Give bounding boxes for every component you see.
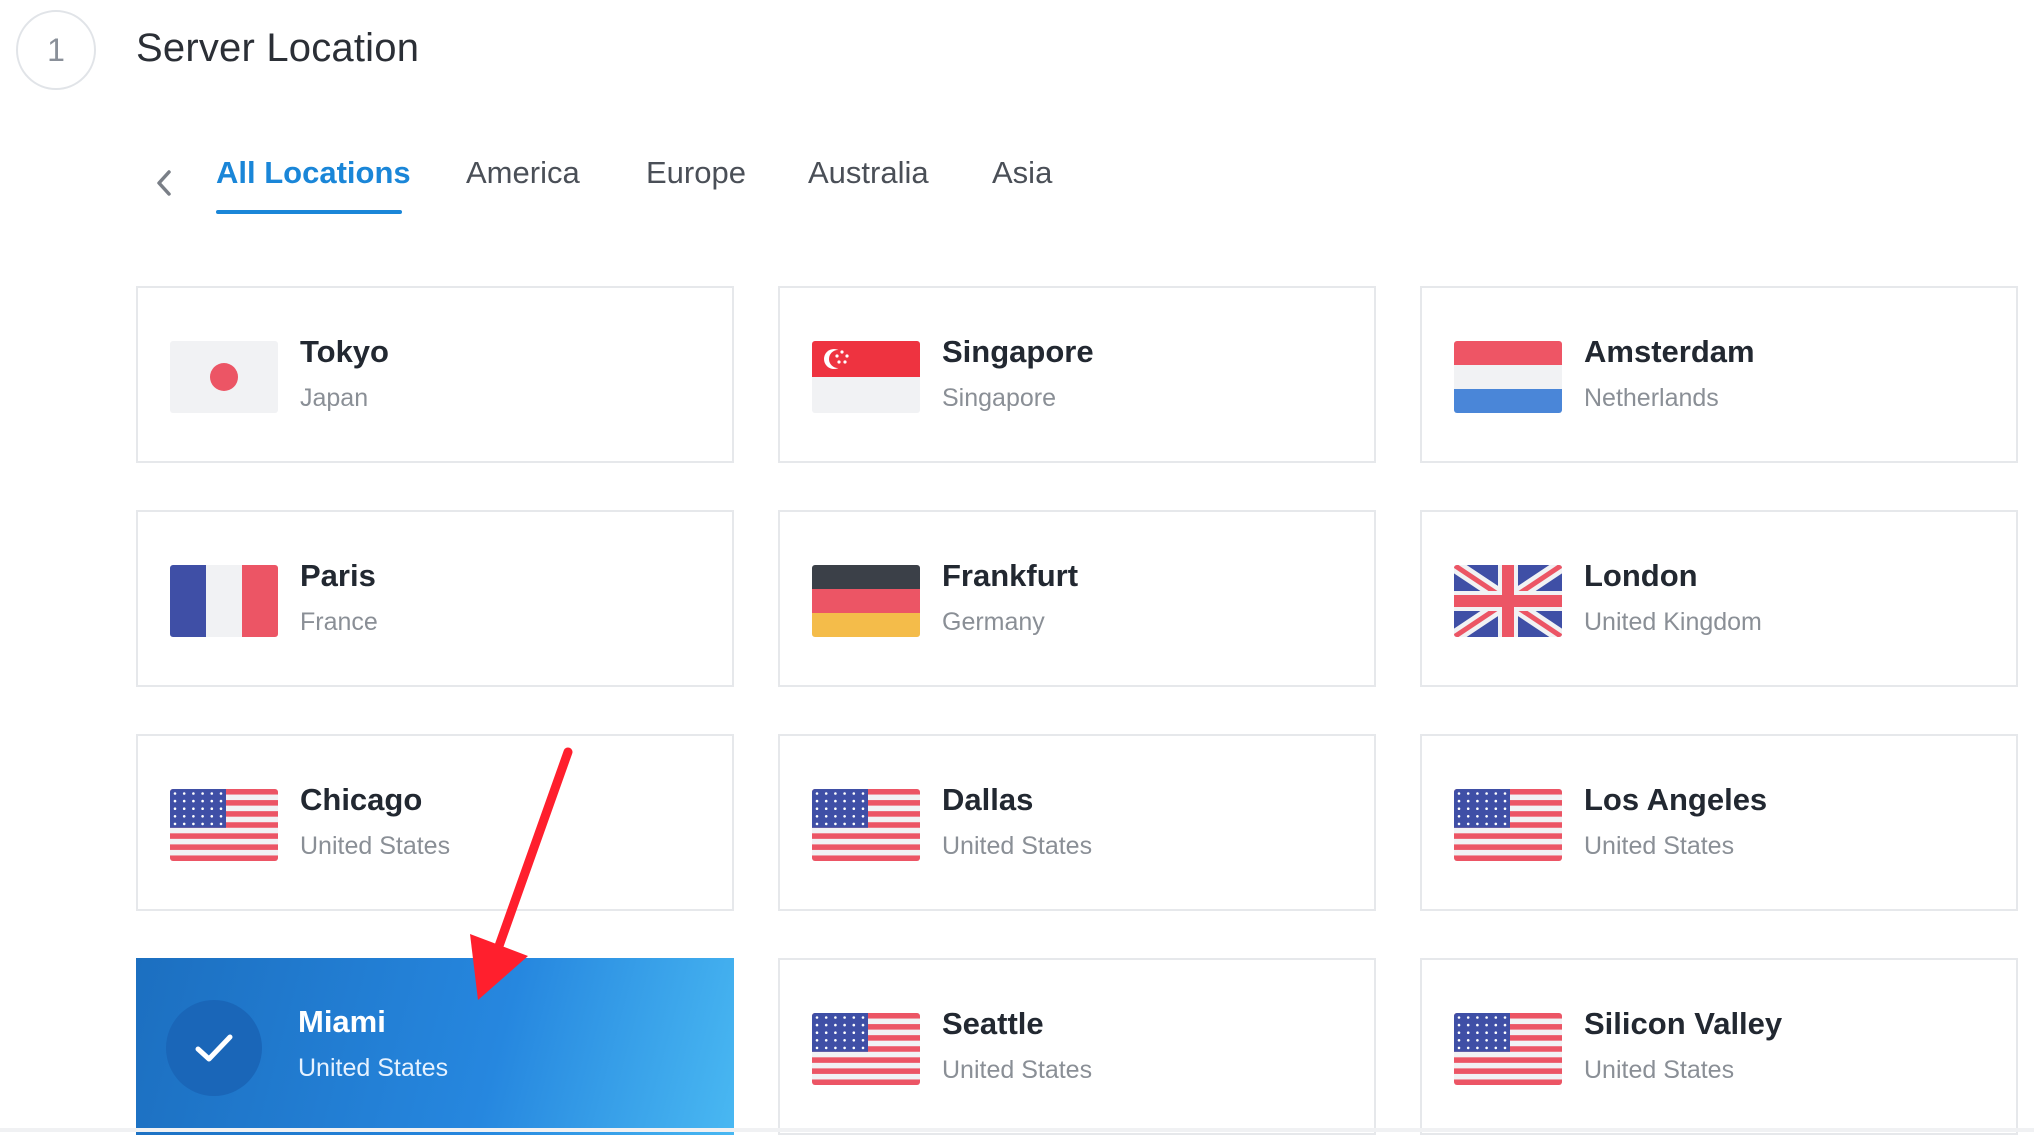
netherlands-flag-icon (1454, 341, 1562, 413)
tab-america[interactable]: America (466, 155, 580, 191)
location-card-amsterdam[interactable]: Amsterdam Netherlands (1420, 286, 2018, 463)
location-country: United Kingdom (1584, 608, 1762, 636)
page-bottom-edge (0, 1128, 2034, 1132)
location-card-dallas[interactable]: Dallas United States (778, 734, 1376, 911)
location-city: Dallas (942, 782, 1034, 817)
location-city: London (1584, 558, 1698, 593)
location-card-seattle[interactable]: Seattle United States (778, 958, 1376, 1135)
location-city: Paris (300, 558, 376, 593)
us-flag-icon (1454, 789, 1562, 861)
location-card-miami[interactable]: Miami United States (136, 958, 734, 1135)
location-card-silicon-valley[interactable]: Silicon Valley United States (1420, 958, 2018, 1135)
location-country: United States (298, 1054, 449, 1082)
location-city: Seattle (942, 1006, 1044, 1041)
france-flag-icon (170, 565, 278, 637)
active-tab-indicator (216, 210, 402, 214)
singapore-flag-icon (812, 341, 920, 413)
location-card-singapore[interactable]: Singapore Singapore (778, 286, 1376, 463)
location-country: United States (942, 832, 1093, 860)
page-title: Server Location (136, 26, 420, 70)
location-country: Netherlands (1584, 384, 1719, 412)
us-flag-icon (1454, 1013, 1562, 1085)
uk-flag-icon (1454, 565, 1562, 637)
location-card-chicago[interactable]: Chicago United States (136, 734, 734, 911)
location-city: Silicon Valley (1584, 1006, 1783, 1041)
germany-flag-icon (812, 565, 920, 637)
tab-europe[interactable]: Europe (646, 155, 746, 191)
tab-australia[interactable]: Australia (808, 155, 929, 191)
location-card-tokyo[interactable]: Tokyo Japan (136, 286, 734, 463)
location-card-paris[interactable]: Paris France (136, 510, 734, 687)
step-number-badge: 1 (16, 10, 96, 90)
us-flag-icon (170, 789, 278, 861)
location-card-los-angeles[interactable]: Los Angeles United States (1420, 734, 2018, 911)
location-country: Singapore (942, 384, 1056, 412)
location-country: France (300, 608, 378, 636)
tab-asia[interactable]: Asia (992, 155, 1052, 191)
location-city: Frankfurt (942, 558, 1079, 593)
location-country: United States (942, 1056, 1093, 1084)
location-country: United States (1584, 1056, 1735, 1084)
location-country: Germany (942, 608, 1045, 636)
location-card-london[interactable]: London United Kingdom (1420, 510, 2018, 687)
location-country: Japan (300, 384, 369, 412)
tab-all-locations[interactable]: All Locations (216, 155, 411, 191)
us-flag-icon (812, 789, 920, 861)
chevron-left-icon[interactable] (150, 163, 178, 203)
location-city: Miami (298, 1004, 386, 1039)
location-city: Los Angeles (1584, 782, 1768, 817)
location-city: Chicago (300, 782, 423, 817)
us-flag-icon (812, 1013, 920, 1085)
location-card-frankfurt[interactable]: Frankfurt Germany (778, 510, 1376, 687)
location-city: Amsterdam (1584, 334, 1755, 369)
location-country: United States (1584, 832, 1735, 860)
location-country: United States (300, 832, 451, 860)
location-city: Tokyo (300, 334, 389, 369)
japan-flag-icon (170, 341, 278, 413)
location-city: Singapore (942, 334, 1094, 369)
check-icon (166, 1000, 262, 1096)
